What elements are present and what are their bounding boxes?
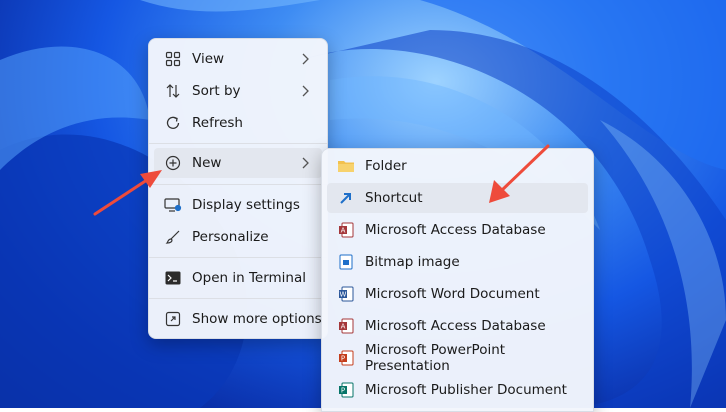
menu-item-label: Sort by xyxy=(192,83,241,99)
terminal-icon xyxy=(163,268,183,288)
sort-icon xyxy=(163,81,183,101)
menu-item-label: View xyxy=(192,51,225,67)
svg-text:A: A xyxy=(341,323,346,331)
menu-item-display-settings[interactable]: Display settings xyxy=(154,190,322,220)
folder-icon xyxy=(336,156,356,176)
submenu-item-label: Microsoft Access Database xyxy=(365,222,546,238)
menu-item-show-more-options[interactable]: Show more options xyxy=(154,304,322,334)
svg-text:A: A xyxy=(341,227,346,235)
submenu-item-shortcut[interactable]: Shortcut xyxy=(327,183,588,213)
menu-item-label: Open in Terminal xyxy=(192,270,306,286)
menu-item-refresh[interactable]: Refresh xyxy=(154,108,322,138)
brush-icon xyxy=(163,227,183,247)
powerpoint-icon: P xyxy=(336,348,356,368)
bitmap-icon xyxy=(336,252,356,272)
menu-item-open-terminal[interactable]: Open in Terminal xyxy=(154,263,322,293)
menu-item-label: Show more options xyxy=(192,311,322,327)
menu-separator xyxy=(149,184,327,185)
access-icon: A xyxy=(336,316,356,336)
submenu-item-label: Microsoft PowerPoint Presentation xyxy=(365,342,506,374)
submenu-item-access-database[interactable]: A Microsoft Access Database xyxy=(327,311,588,341)
submenu-item-label: Folder xyxy=(365,158,407,174)
menu-item-label: Display settings xyxy=(192,197,300,213)
submenu-item-powerpoint-presentation[interactable]: P Microsoft PowerPoint Presentation xyxy=(327,342,588,374)
menu-separator xyxy=(149,298,327,299)
submenu-item-folder[interactable]: Folder xyxy=(327,151,588,181)
svg-text:W: W xyxy=(340,291,347,299)
submenu-item-label: Microsoft Access Database xyxy=(365,318,546,334)
submenu-item-access-database[interactable]: A Microsoft Access Database xyxy=(327,215,588,245)
menu-item-view[interactable]: View xyxy=(154,44,322,74)
grid-view-icon xyxy=(163,49,183,69)
svg-text:P: P xyxy=(341,355,345,363)
chevron-right-icon xyxy=(302,53,309,65)
access-icon: A xyxy=(336,220,356,240)
new-submenu: Folder Shortcut A Microsoft Access Datab… xyxy=(321,148,594,412)
menu-item-label: Refresh xyxy=(192,115,243,131)
submenu-item-label: Microsoft Publisher Document xyxy=(365,382,567,398)
refresh-icon xyxy=(163,113,183,133)
menu-item-sort-by[interactable]: Sort by xyxy=(154,76,322,106)
menu-item-label: New xyxy=(192,155,222,171)
menu-item-label: Personalize xyxy=(192,229,269,245)
submenu-item-word-document[interactable]: W Microsoft Word Document xyxy=(327,279,588,309)
menu-separator xyxy=(149,257,327,258)
desktop-context-menu: View Sort by Refresh New Display setting… xyxy=(148,38,328,339)
svg-text:P: P xyxy=(341,387,345,395)
menu-separator xyxy=(149,143,327,144)
menu-item-new[interactable]: New xyxy=(154,148,322,178)
submenu-item-label: Shortcut xyxy=(365,190,423,206)
shortcut-icon xyxy=(336,188,356,208)
display-settings-icon xyxy=(163,195,183,215)
submenu-item-label: Bitmap image xyxy=(365,254,460,270)
word-icon: W xyxy=(336,284,356,304)
submenu-item-bitmap-image[interactable]: Bitmap image xyxy=(327,247,588,277)
submenu-item-publisher-document[interactable]: P Microsoft Publisher Document xyxy=(327,375,588,405)
new-plus-icon xyxy=(163,153,183,173)
submenu-item-label: Microsoft Word Document xyxy=(365,286,540,302)
publisher-icon: P xyxy=(336,380,356,400)
more-options-icon xyxy=(163,309,183,329)
chevron-right-icon xyxy=(302,157,309,169)
menu-item-personalize[interactable]: Personalize xyxy=(154,222,322,252)
chevron-right-icon xyxy=(302,85,309,97)
